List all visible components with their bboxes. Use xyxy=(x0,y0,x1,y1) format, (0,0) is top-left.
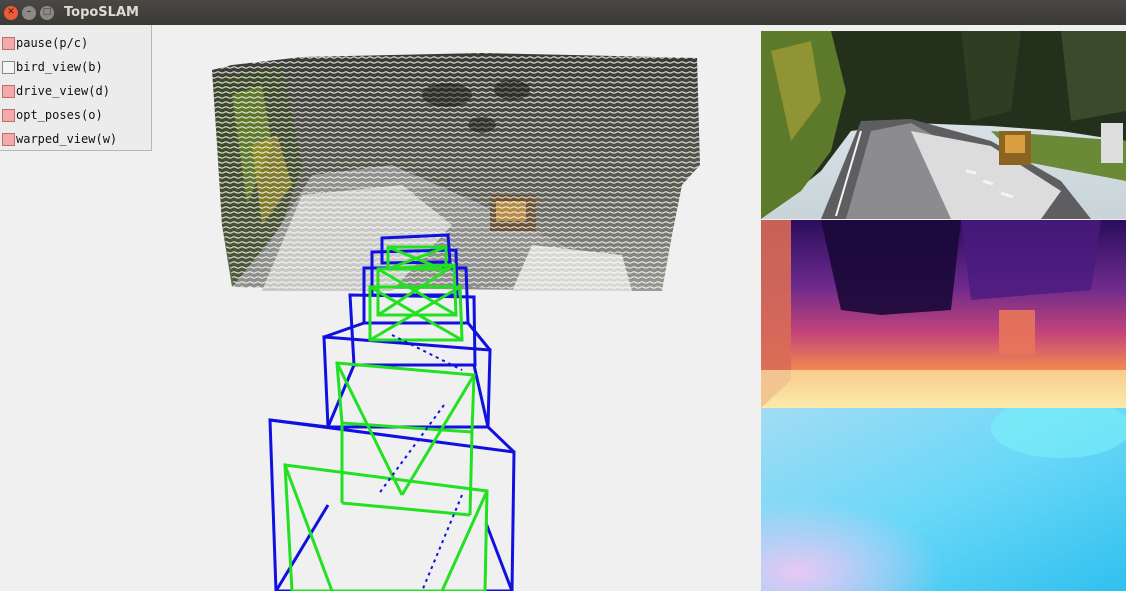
option-pause[interactable]: pause(p/c) xyxy=(0,31,151,55)
option-opt-poses[interactable]: opt_poses(o) xyxy=(0,103,151,127)
close-window-button[interactable]: ✕ xyxy=(4,5,18,20)
warped-view-checkbox[interactable] xyxy=(2,132,15,146)
depth-map-image xyxy=(761,220,1126,408)
point-cloud-scene xyxy=(212,53,700,591)
3d-viewport[interactable] xyxy=(152,25,760,591)
optimized-poses xyxy=(283,245,489,591)
maximize-window-button[interactable]: □ xyxy=(40,5,54,20)
pause-checkbox[interactable] xyxy=(2,36,15,50)
option-bird-view[interactable]: bird_view(b) xyxy=(0,55,151,79)
bird-view-checkbox[interactable] xyxy=(2,60,15,74)
minimize-window-button[interactable]: – xyxy=(22,5,36,20)
option-opt-poses-label: opt_poses(o) xyxy=(16,108,103,122)
option-bird-view-label: bird_view(b) xyxy=(16,60,103,74)
flow-image-render xyxy=(761,408,1126,591)
option-warped-view-label: warped_view(w) xyxy=(16,132,118,146)
window-titlebar[interactable]: ✕ – □ TopoSLAM xyxy=(0,0,1126,25)
option-drive-view[interactable]: drive_view(d) xyxy=(0,79,151,103)
option-warped-view[interactable]: warped_view(w) xyxy=(0,127,151,151)
rgb-camera-image xyxy=(761,31,1126,219)
control-panel: pause(p/c) bird_view(b) drive_view(d) op… xyxy=(0,25,152,151)
option-drive-view-label: drive_view(d) xyxy=(16,84,110,98)
optical-flow-image xyxy=(761,408,1126,591)
window-title: TopoSLAM xyxy=(64,5,139,20)
drive-view-checkbox[interactable] xyxy=(2,84,15,98)
rgb-image-render xyxy=(761,31,1126,219)
option-pause-label: pause(p/c) xyxy=(16,36,89,50)
depth-image-render xyxy=(761,220,1126,408)
opt-poses-checkbox[interactable] xyxy=(2,108,15,122)
